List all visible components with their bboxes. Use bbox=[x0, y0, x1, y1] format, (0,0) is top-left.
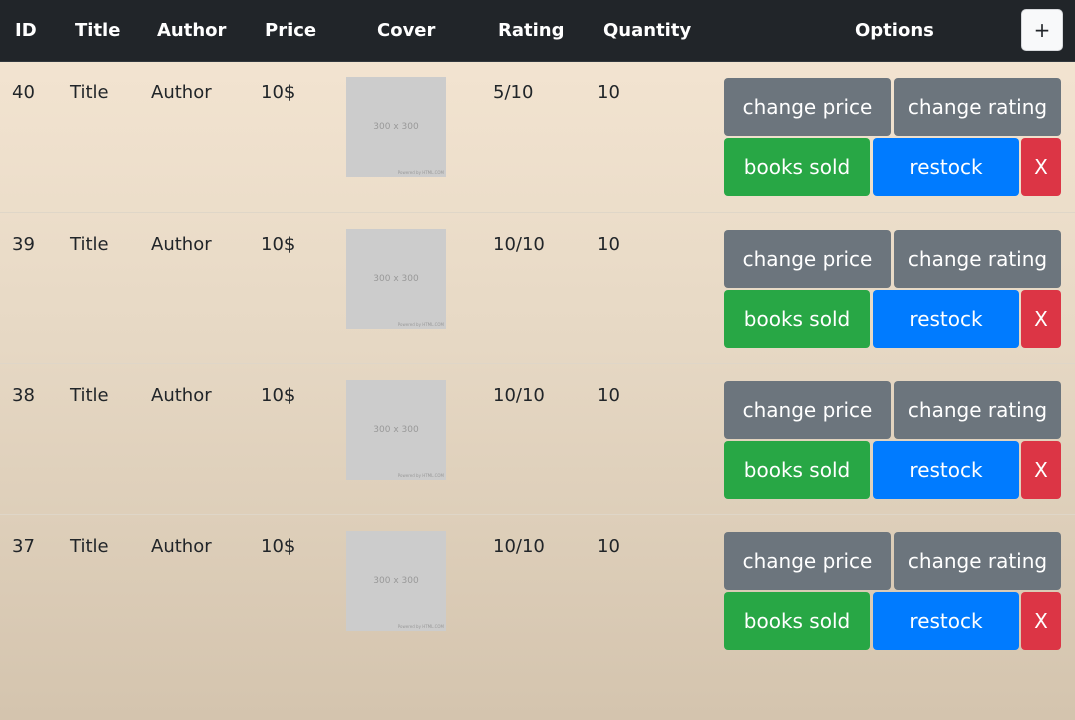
add-book-button[interactable]: + bbox=[1021, 9, 1063, 51]
table-row: 37 Title Author 10$ 300 x 300 Powered by… bbox=[0, 514, 1075, 666]
change-rating-button[interactable]: change rating bbox=[894, 230, 1061, 288]
change-price-button[interactable]: change price bbox=[724, 381, 891, 439]
cell-author: Author bbox=[151, 536, 212, 557]
book-cover-image: 300 x 300 Powered by HTML.COM bbox=[346, 380, 446, 480]
delete-button[interactable]: X bbox=[1021, 138, 1061, 196]
cell-author: Author bbox=[151, 82, 212, 103]
change-rating-button[interactable]: change rating bbox=[894, 381, 1061, 439]
cell-rating: 10/10 bbox=[493, 234, 545, 255]
cell-author: Author bbox=[151, 385, 212, 406]
table-row: 40 Title Author 10$ 300 x 300 Powered by… bbox=[0, 61, 1075, 212]
column-header-cover: Cover bbox=[377, 20, 436, 41]
book-cover-image: 300 x 300 Powered by HTML.COM bbox=[346, 77, 446, 177]
change-price-button[interactable]: change price bbox=[724, 230, 891, 288]
cell-rating: 5/10 bbox=[493, 82, 534, 103]
cell-id: 40 bbox=[12, 82, 35, 103]
cell-quantity: 10 bbox=[597, 234, 620, 255]
cell-rating: 10/10 bbox=[493, 385, 545, 406]
table-row: 39 Title Author 10$ 300 x 300 Powered by… bbox=[0, 212, 1075, 364]
restock-button[interactable]: restock bbox=[873, 592, 1019, 650]
table-row: 38 Title Author 10$ 300 x 300 Powered by… bbox=[0, 363, 1075, 515]
delete-button[interactable]: X bbox=[1021, 592, 1061, 650]
cell-quantity: 10 bbox=[597, 385, 620, 406]
cover-size-label: 300 x 300 bbox=[373, 425, 419, 435]
cell-price: 10$ bbox=[261, 536, 296, 557]
column-header-rating: Rating bbox=[498, 20, 565, 41]
cell-title: Title bbox=[70, 82, 109, 103]
cell-id: 37 bbox=[12, 536, 35, 557]
cell-id: 38 bbox=[12, 385, 35, 406]
books-sold-button[interactable]: books sold bbox=[724, 138, 870, 196]
cover-size-label: 300 x 300 bbox=[373, 274, 419, 284]
cell-title: Title bbox=[70, 385, 109, 406]
column-header-quantity: Quantity bbox=[603, 20, 692, 41]
delete-button[interactable]: X bbox=[1021, 290, 1061, 348]
cover-size-label: 300 x 300 bbox=[373, 122, 419, 132]
book-cover-image: 300 x 300 Powered by HTML.COM bbox=[346, 229, 446, 329]
change-price-button[interactable]: change price bbox=[724, 532, 891, 590]
cover-credit-label: Powered by HTML.COM bbox=[397, 473, 444, 478]
restock-button[interactable]: restock bbox=[873, 290, 1019, 348]
column-header-id: ID bbox=[15, 20, 37, 41]
cell-rating: 10/10 bbox=[493, 536, 545, 557]
cell-price: 10$ bbox=[261, 385, 296, 406]
cell-quantity: 10 bbox=[597, 536, 620, 557]
cover-credit-label: Powered by HTML.COM bbox=[397, 624, 444, 629]
restock-button[interactable]: restock bbox=[873, 441, 1019, 499]
change-rating-button[interactable]: change rating bbox=[894, 532, 1061, 590]
table-header: ID Title Author Price Cover Rating Quant… bbox=[0, 0, 1075, 62]
cell-author: Author bbox=[151, 234, 212, 255]
cell-title: Title bbox=[70, 234, 109, 255]
cell-id: 39 bbox=[12, 234, 35, 255]
column-header-options: Options bbox=[855, 20, 934, 41]
column-header-price: Price bbox=[265, 20, 317, 41]
book-cover-image: 300 x 300 Powered by HTML.COM bbox=[346, 531, 446, 631]
cell-quantity: 10 bbox=[597, 82, 620, 103]
cover-credit-label: Powered by HTML.COM bbox=[397, 170, 444, 175]
cover-size-label: 300 x 300 bbox=[373, 576, 419, 586]
change-price-button[interactable]: change price bbox=[724, 78, 891, 136]
cell-price: 10$ bbox=[261, 234, 296, 255]
cover-credit-label: Powered by HTML.COM bbox=[397, 322, 444, 327]
column-header-author: Author bbox=[157, 20, 227, 41]
change-rating-button[interactable]: change rating bbox=[894, 78, 1061, 136]
books-sold-button[interactable]: books sold bbox=[724, 290, 870, 348]
restock-button[interactable]: restock bbox=[873, 138, 1019, 196]
column-header-title: Title bbox=[75, 20, 121, 41]
delete-button[interactable]: X bbox=[1021, 441, 1061, 499]
books-sold-button[interactable]: books sold bbox=[724, 441, 870, 499]
books-sold-button[interactable]: books sold bbox=[724, 592, 870, 650]
cell-title: Title bbox=[70, 536, 109, 557]
cell-price: 10$ bbox=[261, 82, 296, 103]
